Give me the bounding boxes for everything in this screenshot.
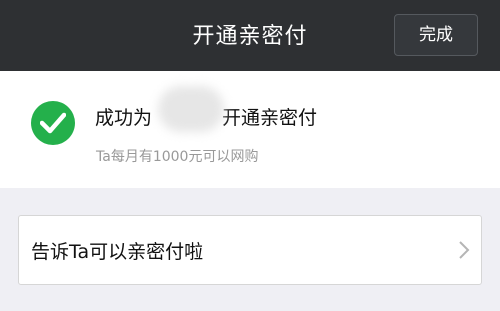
success-subtitle: Ta每月有1000元可以网购 [96,149,259,165]
success-title-suffix: 开通亲密付 [222,107,318,129]
redacted-name [158,86,224,132]
tell-ta-label: 告诉Ta可以亲密付啦 [31,241,204,263]
top-bar: 开通亲密付 完成 [0,0,500,71]
check-circle-icon [31,101,75,145]
chevron-right-icon [459,241,470,259]
success-title-prefix: 成功为 [95,107,153,129]
success-card: 成功为 开通亲密付 Ta每月有1000元可以网购 [0,71,500,188]
tell-ta-row[interactable]: 告诉Ta可以亲密付啦 [18,215,482,285]
done-button[interactable]: 完成 [394,14,478,56]
